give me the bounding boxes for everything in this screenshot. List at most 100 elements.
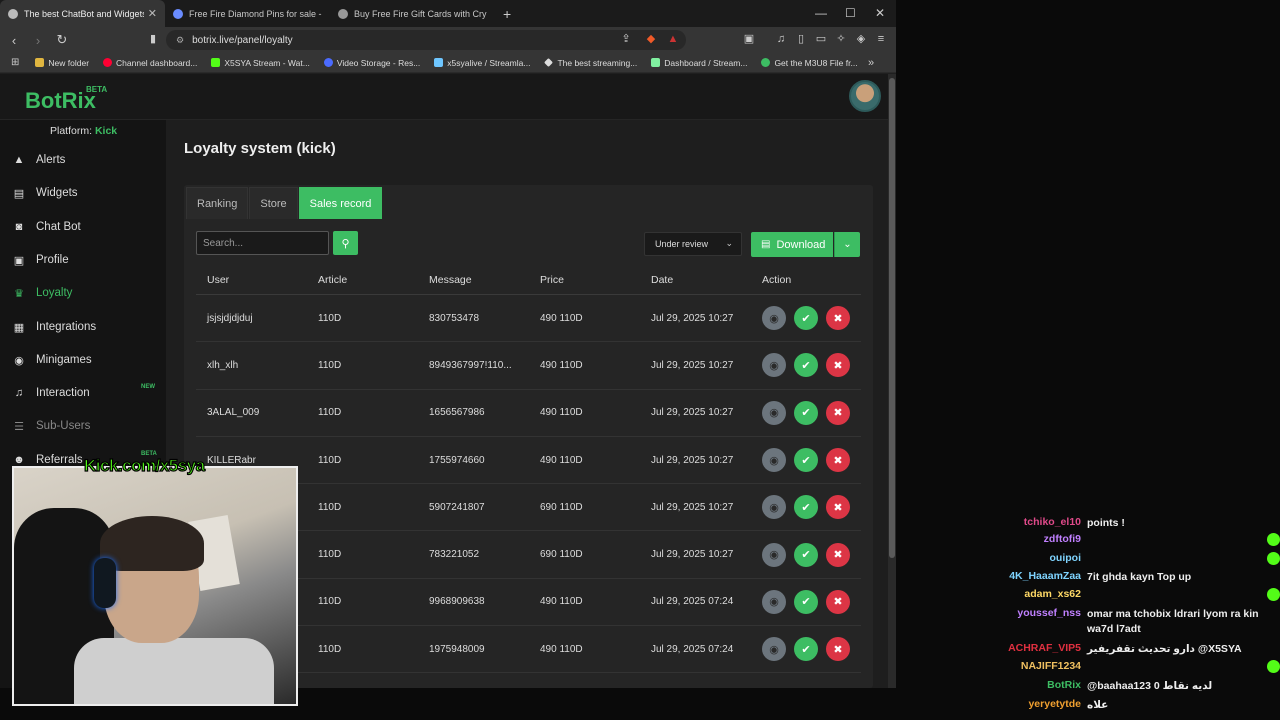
check-button[interactable]: ✔ bbox=[794, 637, 818, 662]
sidebar-item-minigames[interactable]: ◉ Minigames bbox=[12, 350, 162, 370]
site-info-icon[interactable]: ⚙ bbox=[176, 35, 184, 46]
bookmark-item[interactable]: The best streaming... bbox=[544, 58, 637, 68]
chat-username: ACHRAF_VIP5 bbox=[1008, 642, 1081, 654]
sidebar-item-label: Profile bbox=[36, 254, 69, 266]
eye-button[interactable]: ◉ bbox=[762, 542, 786, 567]
bookmark-item[interactable]: x5syalive / Streamla... bbox=[434, 58, 530, 68]
download-options-button[interactable]: ⌄ bbox=[834, 232, 860, 257]
bookmark-icon[interactable]: ▮ bbox=[147, 33, 159, 45]
tab-sales-record[interactable]: Sales record bbox=[298, 187, 383, 219]
close-tab-icon[interactable]: ✕ bbox=[148, 7, 157, 20]
forward-icon[interactable]: › bbox=[28, 33, 48, 48]
globe-favicon-icon bbox=[173, 8, 183, 19]
check-button[interactable]: ✔ bbox=[794, 353, 818, 378]
platform-value[interactable]: Kick bbox=[95, 125, 117, 137]
cell-actions: ◉ ✔ ✖ bbox=[751, 495, 861, 520]
status-filter-select[interactable]: Under review ⌄ bbox=[644, 232, 742, 256]
search-button[interactable]: ⚲ bbox=[333, 231, 358, 255]
vpn-icon[interactable]: ◈ bbox=[855, 33, 867, 45]
x-button[interactable]: ✖ bbox=[826, 637, 850, 662]
scrollbar-thumb[interactable] bbox=[889, 78, 895, 558]
bookmark-item[interactable]: Video Storage - Res... bbox=[323, 58, 420, 68]
x-button[interactable]: ✖ bbox=[826, 448, 850, 473]
cell-article: 110D bbox=[318, 549, 342, 561]
check-icon: ✔ bbox=[801, 596, 811, 609]
x-button[interactable]: ✖ bbox=[826, 400, 850, 425]
window-close-icon[interactable]: ✕ bbox=[875, 6, 885, 20]
x-button[interactable]: ✖ bbox=[826, 589, 850, 614]
check-button[interactable]: ✔ bbox=[794, 448, 818, 473]
search-input[interactable] bbox=[196, 231, 329, 255]
x-button[interactable]: ✖ bbox=[826, 542, 850, 567]
sidebar-item-chat-bot[interactable]: ◙ Chat Bot bbox=[12, 217, 162, 237]
sidebar-item-loyalty[interactable]: ♛ Loyalty bbox=[12, 283, 162, 303]
diamond-icon bbox=[544, 58, 554, 67]
more-bookmarks-icon[interactable]: » bbox=[868, 57, 874, 69]
bookmark-label: New folder bbox=[48, 57, 90, 68]
cell-date: Jul 29, 2025 07:24 bbox=[651, 596, 734, 608]
check-button[interactable]: ✔ bbox=[794, 495, 818, 520]
brave-shield-icon[interactable]: ◆ bbox=[645, 33, 657, 45]
cell-date: Jul 29, 2025 07:24 bbox=[651, 643, 734, 655]
chat-username: youssef_nss bbox=[1017, 607, 1081, 619]
eye-button[interactable]: ◉ bbox=[762, 306, 786, 331]
minimize-icon[interactable]: — bbox=[815, 6, 827, 20]
sidebar-item-alerts[interactable]: ▲ Alerts bbox=[12, 150, 162, 170]
tab-ranking[interactable]: Ranking bbox=[186, 187, 249, 219]
x-button[interactable]: ✖ bbox=[826, 306, 850, 331]
new-tab-button[interactable]: + bbox=[503, 6, 511, 22]
streamlabs-icon bbox=[434, 58, 444, 67]
user-avatar[interactable] bbox=[849, 80, 881, 112]
check-button[interactable]: ✔ bbox=[794, 589, 818, 614]
menu-icon[interactable]: ≡ bbox=[875, 33, 887, 45]
apps-icon[interactable]: ⊞ bbox=[11, 57, 19, 68]
eye-button[interactable]: ◉ bbox=[762, 400, 786, 425]
table-row: xlh_xlh 110D 8949367997!110... 490 110D Jul … bbox=[196, 342, 861, 390]
brave-rewards-icon[interactable]: ▲ bbox=[667, 33, 679, 45]
reload-icon[interactable]: ↻ bbox=[52, 32, 72, 48]
sidebar-item-sub-users[interactable]: ☰ Sub-Users bbox=[12, 416, 162, 436]
bookmark-item[interactable]: Get the M3U8 File fr... bbox=[761, 58, 858, 68]
maximize-icon[interactable]: ☐ bbox=[845, 6, 856, 20]
check-button[interactable]: ✔ bbox=[794, 306, 818, 331]
media-icon[interactable]: ♫ bbox=[775, 33, 787, 45]
share-icon[interactable]: ⇪ bbox=[620, 33, 632, 45]
bookmark-item[interactable]: New folder bbox=[35, 58, 89, 68]
sidebar-item-interaction[interactable]: ♫ Interaction bbox=[12, 383, 162, 403]
cell-price: 490 110D bbox=[540, 643, 583, 655]
tab-store[interactable]: Store bbox=[249, 187, 298, 219]
cell-user: KILLERabr bbox=[207, 454, 256, 466]
leo-icon[interactable]: ✧ bbox=[835, 33, 847, 45]
wallet-icon[interactable]: ▭ bbox=[815, 33, 827, 45]
sidebar-item-widgets[interactable]: ▤ Widgets bbox=[12, 183, 162, 203]
download-button[interactable]: ▤ Download bbox=[751, 232, 833, 257]
bookmark-item[interactable]: X5SYA Stream - Wat... bbox=[211, 58, 310, 68]
browser-tab-giftcards[interactable]: Buy Free Fire Gift Cards with Crypto bbox=[330, 0, 495, 27]
sidebar-item-profile[interactable]: ▣ Profile bbox=[12, 250, 162, 270]
bookmark-item[interactable]: Channel dashboard... bbox=[103, 58, 197, 68]
browser-tab-botrix[interactable]: The best ChatBot and Widgets fo ✕ bbox=[0, 0, 165, 27]
eye-button[interactable]: ◉ bbox=[762, 589, 786, 614]
back-icon[interactable]: ‹ bbox=[4, 33, 24, 48]
sidebar-toggle-icon[interactable]: ▯ bbox=[795, 33, 807, 45]
check-button[interactable]: ✔ bbox=[794, 542, 818, 567]
eye-button[interactable]: ◉ bbox=[762, 353, 786, 378]
chat-username: zdftofi9 bbox=[1043, 533, 1081, 545]
eye-button[interactable]: ◉ bbox=[762, 495, 786, 520]
storage-icon bbox=[323, 58, 333, 67]
bookmark-item[interactable]: Dashboard / Stream... bbox=[651, 58, 747, 68]
page-scrollbar[interactable] bbox=[888, 74, 896, 688]
eye-button[interactable]: ◉ bbox=[762, 637, 786, 662]
cell-article: 110D bbox=[318, 407, 342, 419]
screen-icon[interactable]: ▣ bbox=[743, 33, 755, 45]
x-button[interactable]: ✖ bbox=[826, 353, 850, 378]
url-field[interactable]: ⚙ botrix.live/panel/loyalty bbox=[166, 30, 686, 50]
eye-button[interactable]: ◉ bbox=[762, 448, 786, 473]
cell-actions: ◉ ✔ ✖ bbox=[751, 589, 861, 614]
browser-tab-freefire[interactable]: Free Fire Diamond Pins for sale - Offi bbox=[165, 0, 330, 27]
x-button[interactable]: ✖ bbox=[826, 495, 850, 520]
check-icon: ✔ bbox=[801, 643, 811, 656]
sidebar-item-integrations[interactable]: ▦ Integrations bbox=[12, 317, 162, 337]
chat-text bbox=[1087, 588, 1267, 601]
check-button[interactable]: ✔ bbox=[794, 400, 818, 425]
